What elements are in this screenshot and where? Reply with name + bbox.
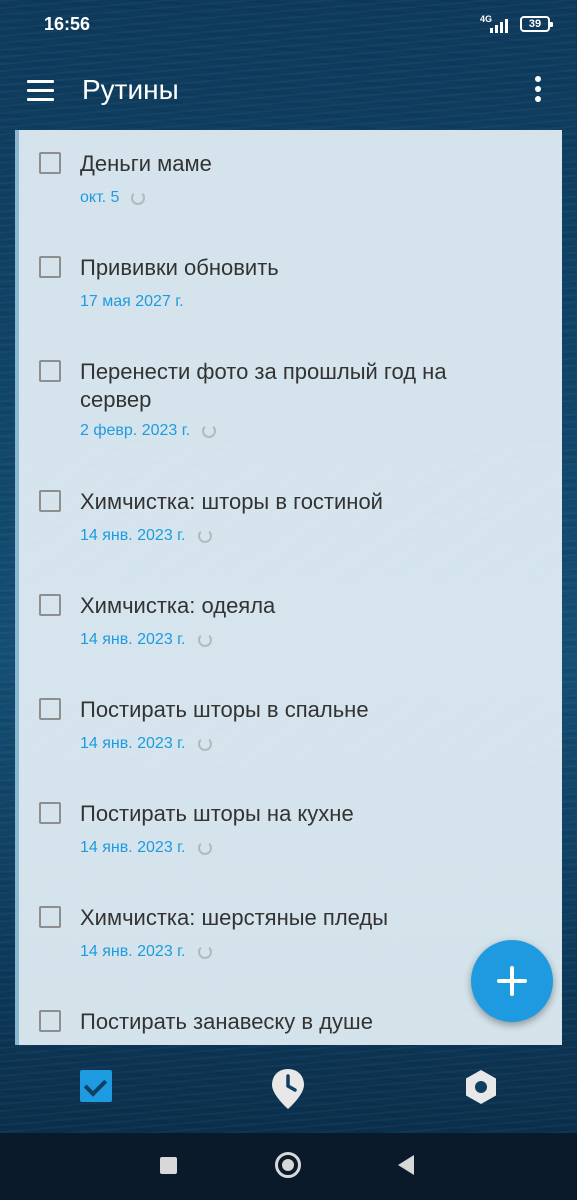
task-date: окт. 5 <box>80 189 120 206</box>
back-icon[interactable] <box>398 1155 414 1175</box>
task-date: 2 февр. 2023 г. <box>80 422 191 439</box>
task-date: 14 янв. 2023 г. <box>80 527 186 544</box>
task-title: Перенести фото за прошлый год на сервер <box>80 359 447 412</box>
battery-icon: 39 <box>520 16 553 32</box>
more-vert-icon[interactable] <box>530 76 546 104</box>
task-title: Химчистка: одеяла <box>80 593 276 618</box>
menu-icon[interactable] <box>27 80 55 102</box>
task-item[interactable]: Химчистка: шторы в гостиной 14 янв. 2023… <box>19 468 562 572</box>
task-title: Химчистка: шерстяные пледы <box>80 905 389 930</box>
task-date: 14 янв. 2023 г. <box>80 735 186 752</box>
task-meta: 14 янв. 2023 г. <box>80 735 212 753</box>
task-checkbox[interactable] <box>39 256 61 278</box>
task-meta: 2 февр. 2023 г. <box>80 422 217 440</box>
task-checkbox[interactable] <box>39 152 61 174</box>
task-title: Постирать шторы на кухне <box>80 801 354 826</box>
nav-settings[interactable] <box>461 1067 501 1107</box>
task-meta: окт. 5 <box>80 189 146 207</box>
task-checkbox[interactable] <box>39 360 61 382</box>
task-title: Химчистка: шторы в гостиной <box>80 489 383 514</box>
nav-tasks[interactable] <box>77 1067 117 1107</box>
task-item[interactable]: Постирать шторы в спальне 14 янв. 2023 г… <box>19 676 562 780</box>
task-date: 17 мая 2027 г. <box>80 293 184 310</box>
task-title: Постирать шторы в спальне <box>80 697 369 722</box>
repeat-icon <box>197 633 212 647</box>
repeat-icon <box>197 737 212 751</box>
task-title: Постирать занавеску в душе <box>80 1009 373 1034</box>
task-item[interactable]: Химчистка: одеяла 14 янв. 2023 г. <box>19 572 562 676</box>
status-bar: 16:56 4G 39 <box>0 0 577 52</box>
task-checkbox[interactable] <box>39 490 61 512</box>
repeat-icon <box>197 841 212 855</box>
status-time: 16:56 <box>44 14 91 34</box>
battery-level: 39 <box>528 18 542 30</box>
repeat-icon <box>131 191 146 205</box>
task-item[interactable]: Перенести фото за прошлый год на сервер … <box>19 338 562 468</box>
task-item[interactable]: Постирать шторы на кухне 14 янв. 2023 г. <box>19 780 562 884</box>
app-bar: Рутины <box>0 60 577 122</box>
task-checkbox[interactable] <box>39 802 61 824</box>
task-checkbox[interactable] <box>39 1010 61 1032</box>
checkbox-icon <box>80 1070 112 1102</box>
task-title: Прививки обновить <box>80 255 279 280</box>
system-nav-bar <box>0 1133 577 1200</box>
signal-icon <box>490 16 512 33</box>
task-date: 14 янв. 2023 г. <box>80 839 186 856</box>
settings-hex-icon <box>466 1070 496 1104</box>
clock-pin-icon <box>272 1069 304 1109</box>
task-meta: 14 янв. 2023 г. <box>80 839 212 857</box>
task-date: 14 янв. 2023 г. <box>80 943 186 960</box>
task-title: Деньги маме <box>80 151 212 176</box>
task-checkbox[interactable] <box>39 594 61 616</box>
task-meta: 14 янв. 2023 г. <box>80 943 212 961</box>
task-item[interactable]: Деньги маме окт. 5 <box>19 130 562 234</box>
task-meta: 14 янв. 2023 г. <box>80 527 212 545</box>
page-title: Рутины <box>82 74 179 105</box>
bottom-navigation <box>0 1045 577 1133</box>
recents-icon[interactable] <box>160 1157 177 1174</box>
repeat-icon <box>197 945 212 959</box>
home-icon[interactable] <box>275 1152 301 1178</box>
add-task-button[interactable] <box>471 940 553 1022</box>
repeat-icon <box>197 529 212 543</box>
task-list: Деньги маме окт. 5 Прививки обновить 17 … <box>15 130 562 1045</box>
task-checkbox[interactable] <box>39 698 61 720</box>
nav-reminders[interactable] <box>268 1067 308 1109</box>
task-meta: 17 мая 2027 г. <box>80 293 184 311</box>
task-checkbox[interactable] <box>39 906 61 928</box>
task-item[interactable]: Прививки обновить 17 мая 2027 г. <box>19 234 562 338</box>
repeat-icon <box>202 424 217 438</box>
task-date: 14 янв. 2023 г. <box>80 631 186 648</box>
task-meta: 14 янв. 2023 г. <box>80 631 212 649</box>
